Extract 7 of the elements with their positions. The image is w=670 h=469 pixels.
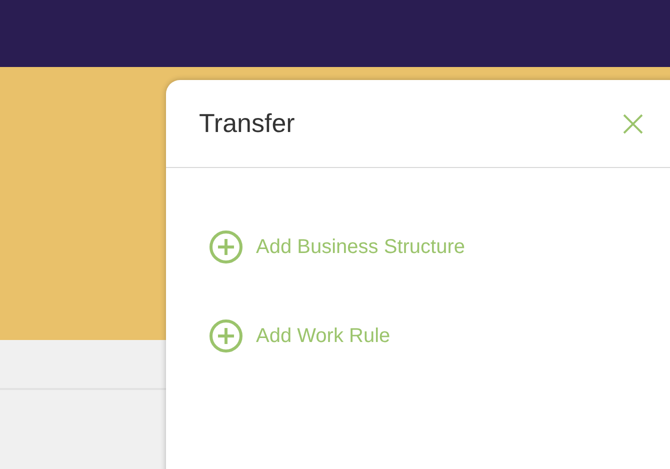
close-button[interactable] (622, 112, 644, 134)
add-link[interactable]: Add Work Rule (209, 319, 670, 353)
plus-circle-icon (209, 319, 243, 353)
add-link[interactable]: Add Business Structure (209, 230, 670, 264)
panel-title: Transfer (199, 107, 295, 140)
close-icon (622, 112, 644, 134)
plus-circle-icon (209, 230, 243, 264)
